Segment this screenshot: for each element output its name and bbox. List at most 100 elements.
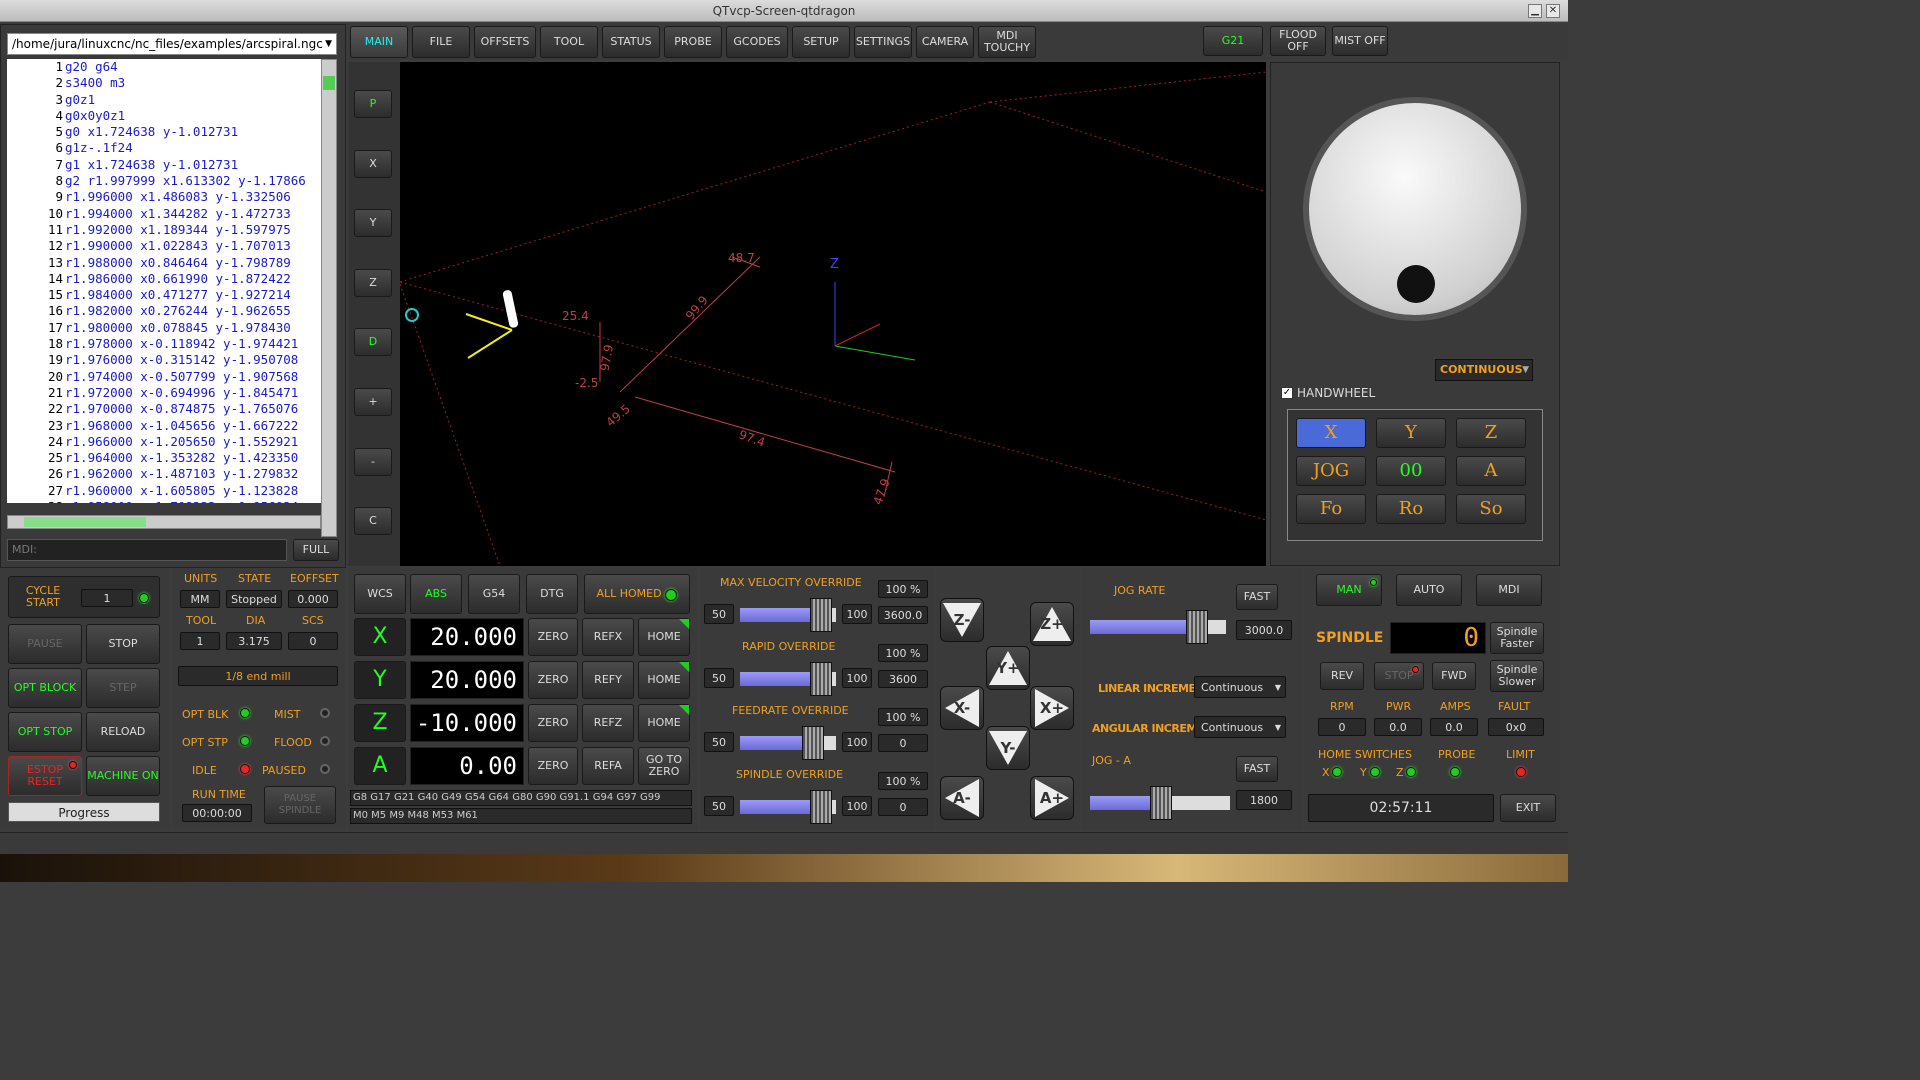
linear-increment-select[interactable]: Continuous ▼ bbox=[1194, 676, 1286, 698]
pause-button[interactable]: PAUSE bbox=[8, 624, 82, 664]
spindle-stop-button[interactable]: STOP bbox=[1374, 662, 1424, 690]
jog-rate-slider[interactable] bbox=[1090, 610, 1226, 644]
home-y-button[interactable]: HOME bbox=[638, 661, 690, 699]
jog-a-fast-button[interactable]: FAST bbox=[1236, 756, 1278, 782]
home-x-button[interactable]: HOME bbox=[638, 618, 690, 656]
view-button-d[interactable]: D bbox=[354, 328, 392, 357]
jog-y-minus-button[interactable]: Y- bbox=[986, 726, 1030, 770]
gcode-line[interactable]: 24 r1.966000 x-1.205650 y-1.552921 bbox=[7, 434, 321, 450]
handwheel-A-axis-button[interactable]: A bbox=[1456, 456, 1526, 486]
spindle-rev-button[interactable]: REV bbox=[1320, 662, 1364, 690]
axis-y-select[interactable]: Y bbox=[354, 661, 406, 699]
jog-fast-button[interactable]: FAST bbox=[1236, 584, 1278, 610]
exit-button[interactable]: EXIT bbox=[1500, 794, 1556, 822]
gcode-line[interactable]: 14 r1.986000 x0.661990 y-1.872422 bbox=[7, 271, 321, 287]
axis-x-select[interactable]: X bbox=[354, 618, 406, 656]
machine-on-button[interactable]: MACHINE ON bbox=[86, 756, 160, 796]
scroll-thumb[interactable] bbox=[323, 76, 335, 90]
handwheel-jog-button[interactable]: JOG bbox=[1296, 456, 1366, 486]
man-mode-button[interactable]: MAN bbox=[1316, 574, 1382, 606]
handwheel-rapid-override-button[interactable]: Ro bbox=[1376, 494, 1446, 524]
handwheel-X-axis-button[interactable]: X bbox=[1296, 418, 1366, 448]
opt-block-button[interactable]: OPT BLOCK bbox=[8, 668, 82, 708]
ref-x-button[interactable]: REFX bbox=[582, 618, 634, 656]
gcode-line[interactable]: 25 r1.964000 x-1.353282 y-1.423350 bbox=[7, 450, 321, 466]
gcode-line[interactable]: 26 r1.962000 x-1.487103 y-1.279832 bbox=[7, 466, 321, 482]
gcode-line[interactable]: 18 r1.978000 x-0.118942 y-1.974421 bbox=[7, 336, 321, 352]
spindle-slower-button[interactable]: Spindle Slower bbox=[1490, 660, 1544, 692]
gcode-line[interactable]: 17 r1.980000 x0.078845 y-1.978430 bbox=[7, 320, 321, 336]
jog-mode-select[interactable]: CONTINUOUS ▼ bbox=[1435, 359, 1533, 381]
gcode-line[interactable]: 28r1.958000 x-1.708233 y-0.956924 bbox=[7, 499, 321, 503]
gcode-line[interactable]: 3 g0z1 bbox=[7, 92, 321, 108]
jog-z-minus-button[interactable]: Z- bbox=[940, 598, 984, 642]
gcode-line[interactable]: 7 g1 x1.724638 y-1.012731 bbox=[7, 157, 321, 173]
jog-x-plus-button[interactable]: X+ bbox=[1030, 686, 1074, 730]
close-button[interactable]: ✕ bbox=[1546, 4, 1560, 18]
ref-a-button[interactable]: REFA bbox=[582, 747, 634, 785]
jog-a-plus-button[interactable]: A+ bbox=[1030, 776, 1074, 820]
zero-a-button[interactable]: ZERO bbox=[528, 747, 578, 785]
gcode-line[interactable]: 11 r1.992000 x1.189344 y-1.597975 bbox=[7, 222, 321, 238]
jog-y-plus-button[interactable]: Y+ bbox=[986, 646, 1030, 690]
view-button-x[interactable]: X bbox=[354, 149, 392, 178]
handwheel-spindle-override-button[interactable]: So bbox=[1456, 494, 1526, 524]
view-button-z[interactable]: Z bbox=[354, 268, 392, 297]
minimize-button[interactable]: ▁ bbox=[1528, 4, 1542, 18]
override-slider[interactable] bbox=[740, 662, 836, 696]
angular-increment-select[interactable]: Continuous ▼ bbox=[1194, 716, 1286, 738]
tab-offsets[interactable]: OFFSETS bbox=[474, 26, 536, 58]
tab-main[interactable]: MAIN bbox=[350, 26, 408, 58]
view-button-y[interactable]: Y bbox=[354, 209, 392, 238]
handwheel-Z-axis-button[interactable]: Z bbox=[1456, 418, 1526, 448]
gcode-line[interactable]: 4 g0x0y0z1 bbox=[7, 108, 321, 124]
handwheel-dial[interactable] bbox=[1309, 103, 1521, 315]
gcode-line[interactable]: 16 r1.982000 x0.276244 y-1.962655 bbox=[7, 303, 321, 319]
gcode-line[interactable]: 15 r1.984000 x0.471277 y-1.927214 bbox=[7, 287, 321, 303]
override-max-button[interactable]: 100 bbox=[842, 732, 872, 752]
gcode-line[interactable]: 12 r1.990000 x1.022843 y-1.707013 bbox=[7, 238, 321, 254]
units-toggle-button[interactable]: G21 bbox=[1203, 26, 1263, 56]
mist-button[interactable]: MIST OFF bbox=[1332, 26, 1388, 56]
h-scroll-thumb[interactable] bbox=[24, 517, 146, 527]
handwheel-knob[interactable] bbox=[1397, 265, 1435, 303]
handwheel-feed-override-button[interactable]: Fo bbox=[1296, 494, 1366, 524]
view-button-zoom-out[interactable]: - bbox=[354, 447, 392, 476]
tab-file[interactable]: FILE bbox=[412, 26, 470, 58]
reload-button[interactable]: RELOAD bbox=[86, 712, 160, 752]
override-min-button[interactable]: 50 bbox=[704, 668, 734, 688]
tab-setup[interactable]: SETUP bbox=[792, 26, 850, 58]
all-homed-indicator[interactable]: ALL HOMED bbox=[584, 574, 690, 614]
view-button-c[interactable]: C bbox=[354, 507, 392, 536]
jog-z-plus-button[interactable]: Z+ bbox=[1030, 602, 1074, 646]
stop-button[interactable]: STOP bbox=[86, 624, 160, 664]
axis-z-select[interactable]: Z bbox=[354, 704, 406, 742]
gcode-line[interactable]: 13 r1.988000 x0.846464 y-1.798789 bbox=[7, 255, 321, 271]
handwheel-checkbox[interactable]: ✓ bbox=[1281, 387, 1293, 399]
vertical-scrollbar[interactable] bbox=[321, 59, 337, 537]
jog-a-minus-button[interactable]: A- bbox=[940, 776, 984, 820]
gcode-editor[interactable]: 1 g20 g64 2 s3400 m3 3 g0z1 4 g0x0y0z1 5 g0 x1.72… bbox=[7, 59, 321, 503]
jog-a-slider[interactable] bbox=[1090, 786, 1230, 820]
gcode-line[interactable]: 2 s3400 m3 bbox=[7, 75, 321, 91]
opt-stop-button[interactable]: OPT STOP bbox=[8, 712, 82, 752]
gcode-line[interactable]: 8 g2 r1.997999 x1.613302 y-1.17866 bbox=[7, 173, 321, 189]
gcode-line[interactable]: 22 r1.970000 x-0.874875 y-1.765076 bbox=[7, 401, 321, 417]
override-min-button[interactable]: 50 bbox=[704, 796, 734, 816]
handwheel-increment-button[interactable]: 00 bbox=[1376, 456, 1446, 486]
gcode-line[interactable]: 27 r1.960000 x-1.605805 y-1.123828 bbox=[7, 483, 321, 499]
override-min-button[interactable]: 50 bbox=[704, 732, 734, 752]
abs-button[interactable]: ABS bbox=[410, 574, 462, 614]
gcode-line[interactable]: 20 r1.974000 x-0.507799 y-1.907568 bbox=[7, 369, 321, 385]
mdi-mode-button[interactable]: MDI bbox=[1476, 574, 1542, 606]
zero-z-button[interactable]: ZERO bbox=[528, 704, 578, 742]
zero-y-button[interactable]: ZERO bbox=[528, 661, 578, 699]
horizontal-scrollbar[interactable] bbox=[7, 515, 321, 529]
tab-status[interactable]: STATUS bbox=[602, 26, 660, 58]
gcode-line[interactable]: 5 g0 x1.724638 y-1.012731 bbox=[7, 124, 321, 140]
gcode-line[interactable]: 19 r1.976000 x-0.315142 y-1.950708 bbox=[7, 352, 321, 368]
wcs-button[interactable]: WCS bbox=[354, 574, 406, 614]
override-max-button[interactable]: 100 bbox=[842, 604, 872, 624]
gcode-line[interactable]: 21 r1.972000 x-0.694996 y-1.845471 bbox=[7, 385, 321, 401]
g54-button[interactable]: G54 bbox=[468, 574, 520, 614]
